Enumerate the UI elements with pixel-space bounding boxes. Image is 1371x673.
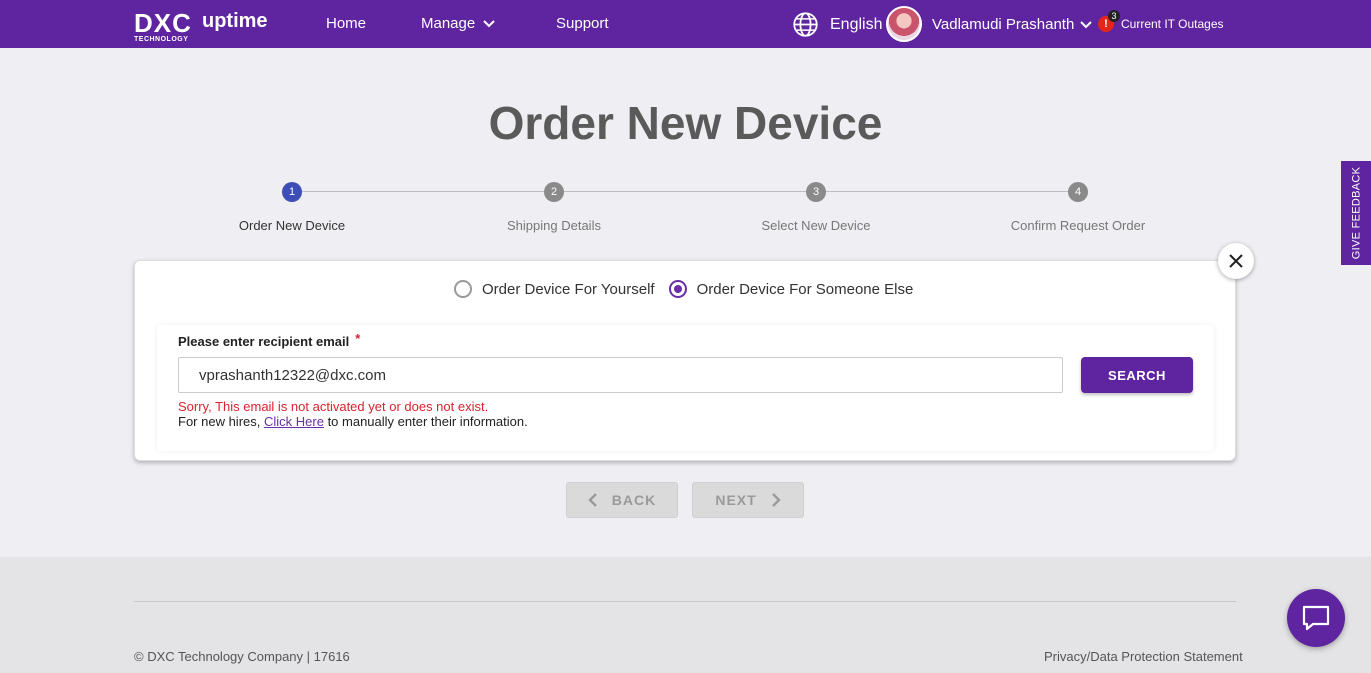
globe-icon[interactable] xyxy=(792,11,819,38)
alert-count-badge: 3 xyxy=(1108,10,1120,22)
brand-text: uptime xyxy=(202,10,268,32)
search-button[interactable]: SEARCH xyxy=(1081,357,1193,393)
close-button[interactable] xyxy=(1218,243,1254,279)
step-4-label: Confirm Request Order xyxy=(1010,218,1146,233)
email-label-text: Please enter recipient email xyxy=(178,334,350,349)
recipient-email-input[interactable] xyxy=(178,357,1063,393)
nav-home[interactable]: Home xyxy=(326,15,366,32)
stepper-connector xyxy=(826,191,1068,192)
stepper-connector xyxy=(302,191,544,192)
top-navigation-bar: DXC TECHNOLOGY uptime Home Manage Suppor… xyxy=(0,0,1371,48)
current-it-outages-link[interactable]: Current IT Outages xyxy=(1121,17,1224,31)
step-1-indicator: 1 xyxy=(282,182,302,202)
language-selector[interactable]: English xyxy=(830,16,882,34)
privacy-link[interactable]: Privacy/Data Protection Statement xyxy=(1044,649,1243,664)
step-2-indicator: 2 xyxy=(544,182,564,202)
close-icon xyxy=(1229,254,1243,268)
radio-label-yourself: Order Device For Yourself xyxy=(482,280,655,298)
feedback-label: GIVE FEEDBACK xyxy=(1350,166,1363,260)
user-name: Vadlamudi Prashanth xyxy=(932,16,1075,33)
page-title: Order New Device xyxy=(488,97,883,149)
back-button[interactable]: BACK xyxy=(566,482,678,518)
email-field-label: Please enter recipient email * xyxy=(178,331,361,349)
next-label: NEXT xyxy=(715,492,757,508)
radio-button-yourself[interactable] xyxy=(454,280,472,298)
step-3-indicator: 3 xyxy=(806,182,826,202)
radio-option-yourself[interactable]: Order Device For Yourself xyxy=(454,280,655,298)
step-4-indicator: 4 xyxy=(1068,182,1088,202)
stepper-connector xyxy=(564,191,806,192)
hint-prefix: For new hires, xyxy=(178,414,264,429)
give-feedback-tab[interactable]: GIVE FEEDBACK xyxy=(1341,161,1371,265)
radio-option-someone-else[interactable]: Order Device For Someone Else xyxy=(668,280,914,298)
chat-icon xyxy=(1302,605,1330,631)
radio-button-someone-else[interactable] xyxy=(668,280,687,298)
user-menu[interactable]: Vadlamudi Prashanth xyxy=(932,16,1093,33)
hint-suffix: to manually enter their information. xyxy=(323,414,528,429)
step-3-label: Select New Device xyxy=(761,218,871,233)
order-type-radio-group: Order Device For Yourself Order Device F… xyxy=(454,280,913,298)
email-error-message: Sorry, This email is not activated yet o… xyxy=(178,399,489,414)
nav-manage-label: Manage xyxy=(421,15,476,32)
nav-support[interactable]: Support xyxy=(556,15,609,32)
chevron-down-icon xyxy=(483,19,495,27)
new-hire-hint: For new hires, Click Here to manually en… xyxy=(178,414,528,429)
avatar[interactable] xyxy=(886,6,922,42)
footer-divider xyxy=(134,601,1236,602)
logo-subtext: TECHNOLOGY xyxy=(134,36,189,43)
step-2-label: Shipping Details xyxy=(507,218,601,233)
chat-button[interactable] xyxy=(1287,589,1345,647)
chevron-right-icon xyxy=(771,493,781,507)
required-marker: * xyxy=(355,331,361,346)
radio-label-someone-else: Order Device For Someone Else xyxy=(696,280,914,298)
logo-text: DXC xyxy=(134,8,192,38)
dxc-logo[interactable]: DXC TECHNOLOGY xyxy=(134,10,194,44)
chevron-down-icon xyxy=(1080,20,1093,28)
chevron-left-icon xyxy=(588,493,597,507)
step-1-label: Order New Device xyxy=(238,218,346,233)
back-label: BACK xyxy=(611,492,657,508)
next-button[interactable]: NEXT xyxy=(692,482,804,518)
brand-name[interactable]: uptime xyxy=(202,10,268,33)
copyright-text: © DXC Technology Company | 17616 xyxy=(134,649,350,664)
click-here-link[interactable]: Click Here xyxy=(264,414,324,429)
nav-manage[interactable]: Manage xyxy=(421,15,495,32)
